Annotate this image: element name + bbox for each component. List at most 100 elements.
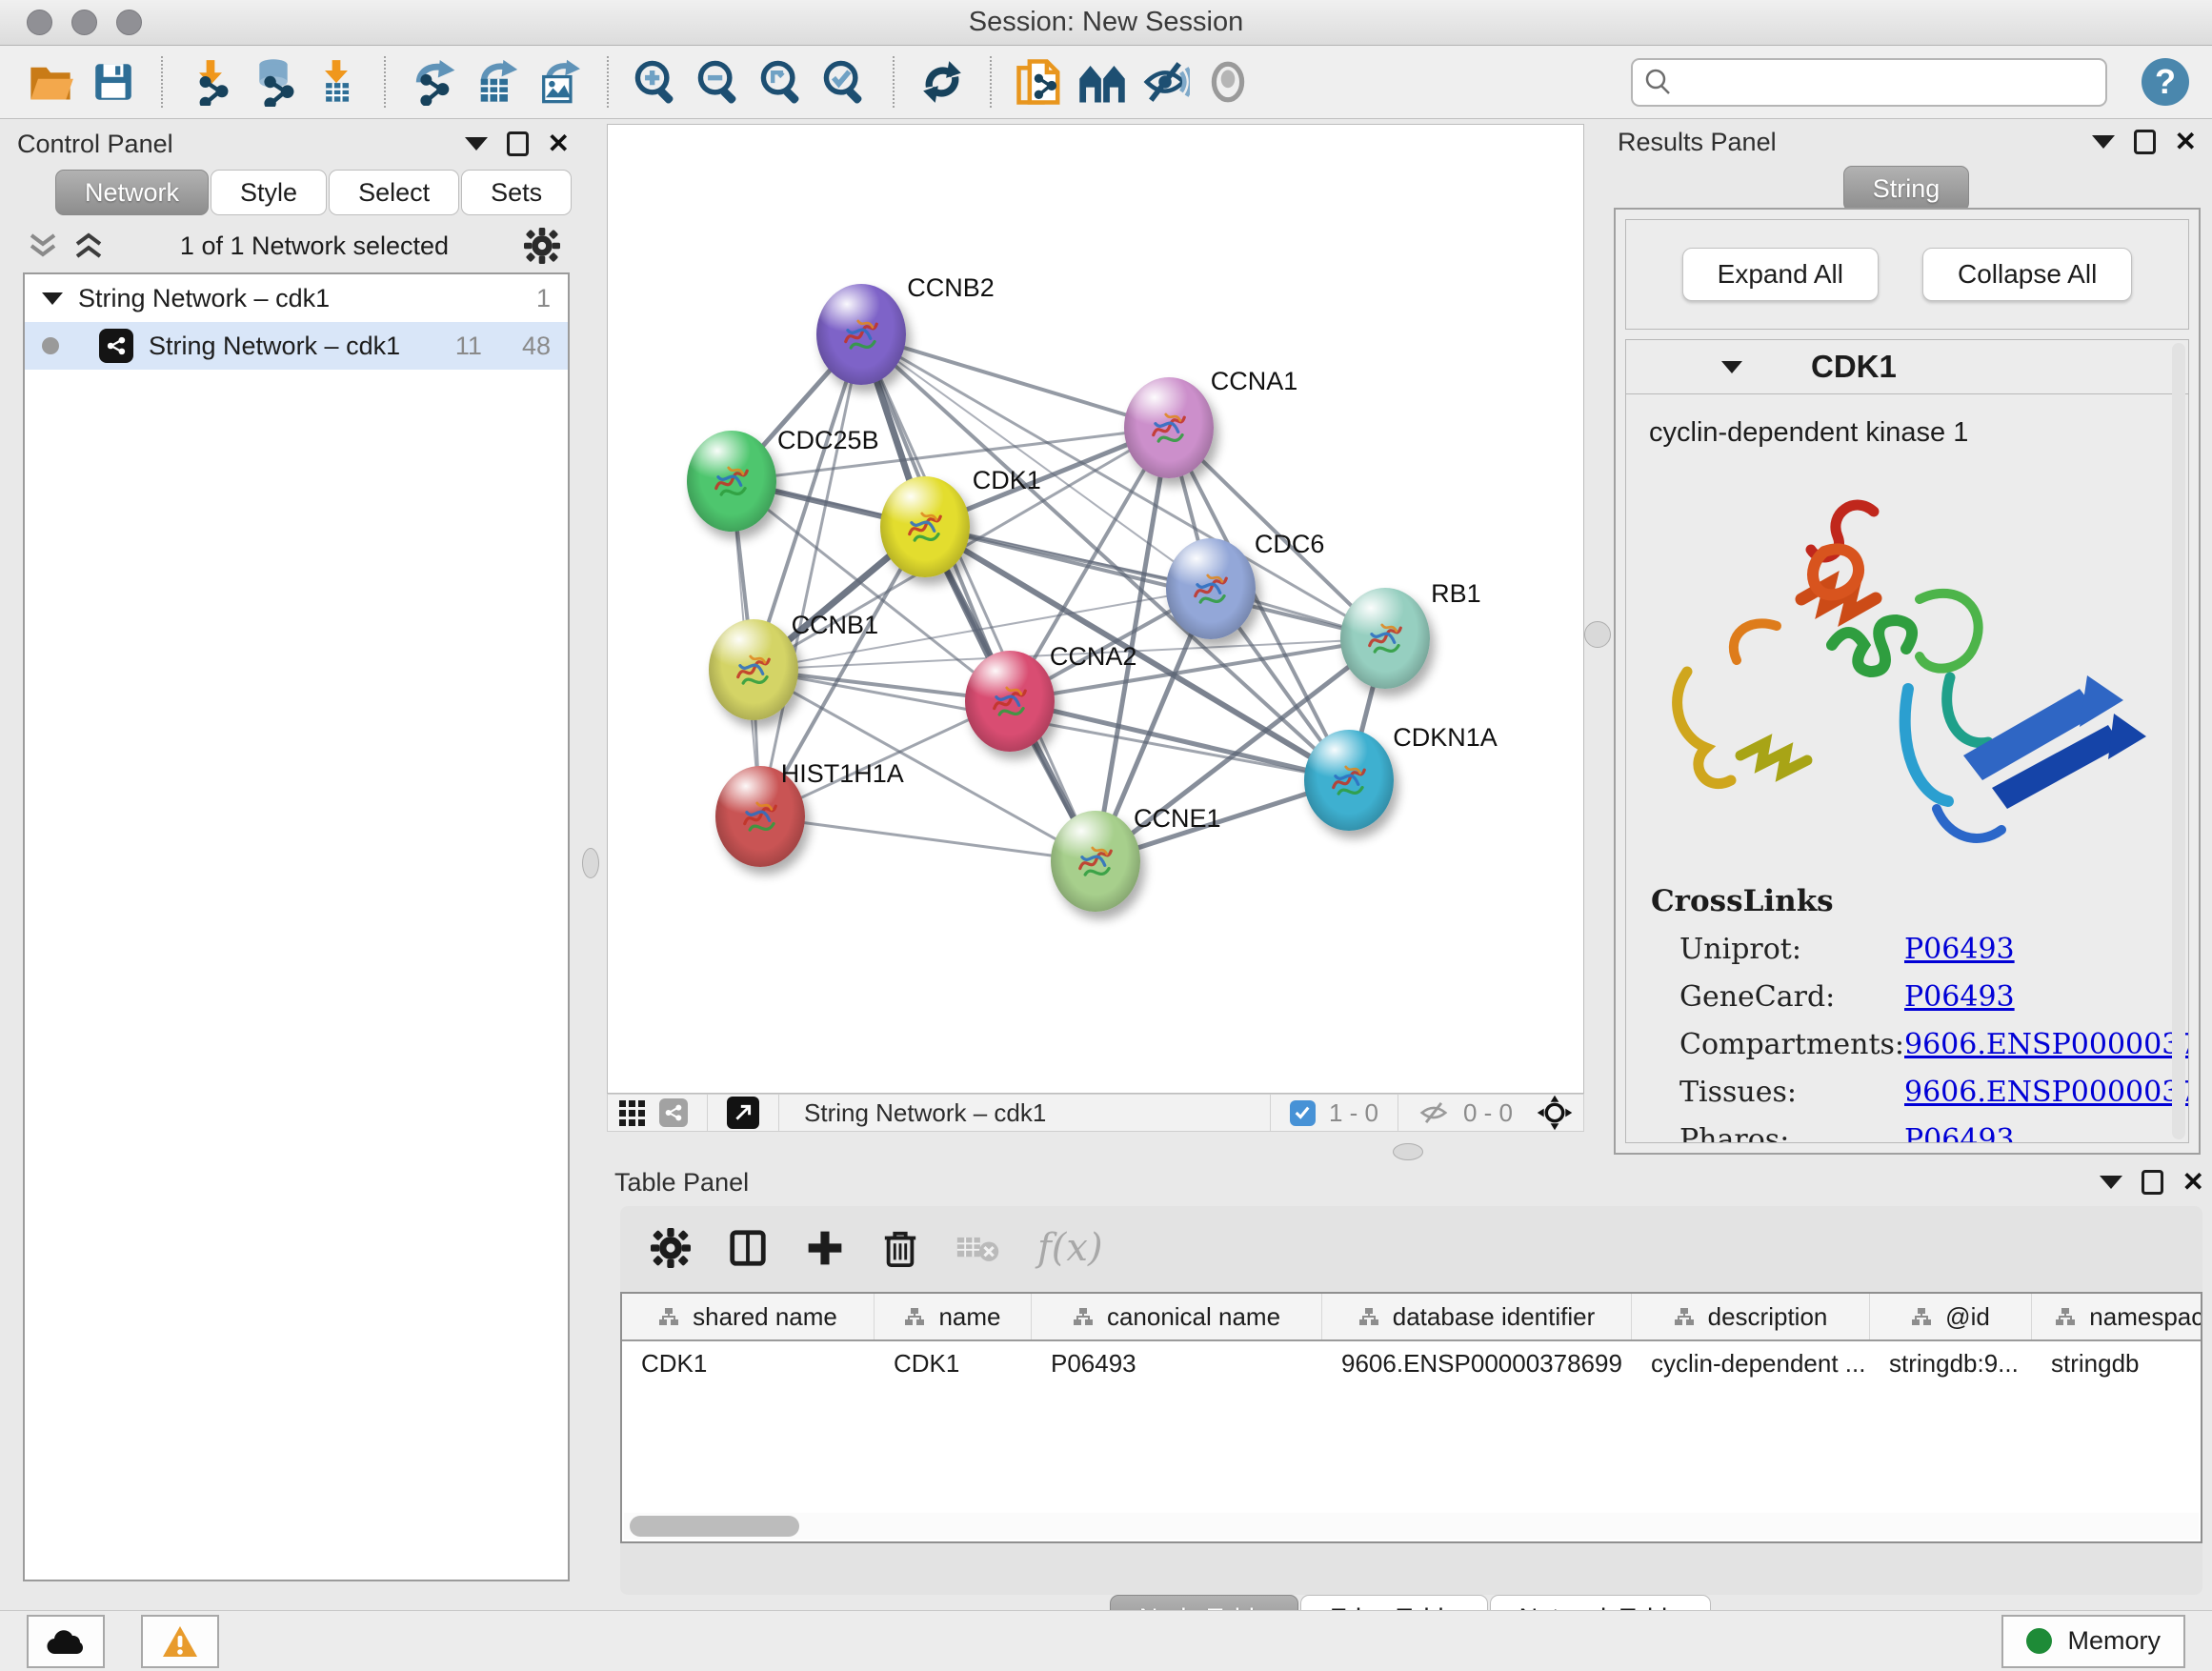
network-node-cdc25b[interactable] bbox=[687, 431, 776, 532]
save-session-button[interactable] bbox=[86, 54, 141, 110]
zoom-selected-button[interactable] bbox=[817, 54, 873, 110]
grid-view-icon[interactable] bbox=[617, 1098, 646, 1127]
column-header-name[interactable]: name bbox=[875, 1294, 1032, 1339]
network-node-rb1[interactable] bbox=[1340, 588, 1430, 689]
delete-column-icon[interactable] bbox=[881, 1227, 919, 1269]
panel-float-icon[interactable] bbox=[2142, 1170, 2163, 1195]
import-table-file-button[interactable] bbox=[309, 54, 364, 110]
panel-collapse-icon[interactable] bbox=[2092, 135, 2115, 149]
detach-view-icon[interactable] bbox=[727, 1097, 759, 1129]
export-image-button[interactable] bbox=[532, 54, 587, 110]
crosslink-link[interactable]: P06493 bbox=[1904, 980, 2015, 1014]
show-graphics-details-button[interactable] bbox=[1075, 54, 1130, 110]
tab-network[interactable]: Network bbox=[55, 170, 209, 215]
table-row[interactable]: CDK1CDK1P064939606.ENSP00000378699cyclin… bbox=[622, 1341, 2201, 1387]
minimize-window-button[interactable] bbox=[71, 10, 97, 35]
table-cell[interactable]: stringdb:9... bbox=[1870, 1341, 2032, 1387]
column-header-id[interactable]: @id bbox=[1870, 1294, 2032, 1339]
zoom-out-button[interactable] bbox=[692, 54, 747, 110]
panel-close-icon[interactable]: ✕ bbox=[2175, 129, 2197, 155]
entry-collapse-icon[interactable] bbox=[1721, 361, 1742, 373]
zoom-fit-button[interactable] bbox=[754, 54, 810, 110]
table-cell[interactable]: P06493 bbox=[1032, 1341, 1322, 1387]
birdseye-crosshair-icon[interactable] bbox=[1536, 1094, 1574, 1132]
network-node-ccna2[interactable] bbox=[965, 651, 1055, 752]
warning-status-button[interactable] bbox=[141, 1615, 219, 1668]
network-node-cdk1[interactable] bbox=[880, 476, 970, 577]
import-network-file-button[interactable] bbox=[183, 54, 238, 110]
gene-entry-header[interactable]: CDK1 bbox=[1626, 340, 2188, 394]
tab-select[interactable]: Select bbox=[329, 170, 459, 215]
close-window-button[interactable] bbox=[27, 10, 52, 35]
memory-button[interactable]: Memory bbox=[2001, 1615, 2185, 1668]
collapse-all-button[interactable]: Collapse All bbox=[1922, 248, 2132, 301]
cloud-status-button[interactable] bbox=[27, 1615, 105, 1668]
expand-all-icon[interactable] bbox=[72, 232, 105, 260]
table-cell[interactable]: stringdb bbox=[2032, 1341, 2202, 1387]
export-network-button[interactable] bbox=[406, 54, 461, 110]
crosslink-link[interactable]: P06493 bbox=[1904, 1123, 2015, 1143]
network-edge[interactable] bbox=[760, 816, 1096, 861]
network-node-ccnb1[interactable] bbox=[709, 619, 798, 720]
table-cell[interactable]: CDK1 bbox=[622, 1341, 875, 1387]
collapse-all-icon[interactable] bbox=[27, 232, 59, 260]
network-node-cdc6[interactable] bbox=[1166, 538, 1256, 639]
gear-icon[interactable] bbox=[524, 228, 560, 264]
import-network-from-database-button[interactable] bbox=[246, 54, 301, 110]
tab-sets[interactable]: Sets bbox=[461, 170, 572, 215]
search-input[interactable] bbox=[1631, 58, 2107, 107]
table-horizontal-scrollbar[interactable] bbox=[624, 1513, 2199, 1540]
network-canvas[interactable]: CCNB2CCNA1CDC25BCDK1CDC6RB1CCNB1CCNA2CDK… bbox=[607, 124, 1584, 1094]
network-edge[interactable] bbox=[861, 334, 1169, 428]
zoom-in-button[interactable] bbox=[629, 54, 684, 110]
panel-collapse-icon[interactable] bbox=[2100, 1176, 2122, 1189]
zoom-window-button[interactable] bbox=[116, 10, 142, 35]
column-header-canonical-name[interactable]: canonical name bbox=[1032, 1294, 1322, 1339]
crosslink-link[interactable]: P06493 bbox=[1904, 933, 2015, 966]
network-node-cdkn1a[interactable] bbox=[1304, 730, 1394, 831]
splitter-handle[interactable] bbox=[1393, 1143, 1423, 1160]
crosslink-link[interactable]: 9606.ENSP00000378699 bbox=[1904, 1076, 2189, 1109]
selected-items-checkbox[interactable] bbox=[1290, 1100, 1316, 1126]
network-badge-icon[interactable] bbox=[659, 1098, 688, 1127]
column-header-description[interactable]: description bbox=[1632, 1294, 1870, 1339]
show-hide-button[interactable] bbox=[1200, 54, 1256, 110]
splitter-handle[interactable] bbox=[1584, 621, 1611, 648]
network-collection-row[interactable]: String Network – cdk1 1 bbox=[25, 274, 568, 322]
results-scrollbar[interactable] bbox=[2172, 343, 2185, 1139]
column-header-shared-name[interactable]: shared name bbox=[622, 1294, 875, 1339]
show-columns-icon[interactable] bbox=[727, 1227, 769, 1269]
column-header-namespace[interactable]: namespace bbox=[2032, 1294, 2202, 1339]
add-column-icon[interactable] bbox=[805, 1228, 845, 1268]
panel-float-icon[interactable] bbox=[507, 131, 529, 156]
export-table-button[interactable] bbox=[469, 54, 524, 110]
scrollbar-thumb[interactable] bbox=[630, 1516, 799, 1537]
column-header-database-identifier[interactable]: database identifier bbox=[1322, 1294, 1632, 1339]
panel-close-icon[interactable]: ✕ bbox=[548, 131, 570, 157]
table-cell[interactable]: 9606.ENSP00000378699 bbox=[1322, 1341, 1632, 1387]
network-row[interactable]: String Network – cdk1 11 48 bbox=[25, 322, 568, 370]
splitter-handle[interactable] bbox=[582, 848, 599, 878]
apply-layout-button[interactable] bbox=[915, 54, 970, 110]
table-cell[interactable]: cyclin-dependent ... bbox=[1632, 1341, 1870, 1387]
toolbar-separator bbox=[990, 56, 992, 108]
network-node-ccne1[interactable] bbox=[1051, 811, 1140, 912]
hidden-items-icon[interactable] bbox=[1418, 1100, 1450, 1125]
tab-string[interactable]: String bbox=[1843, 166, 1970, 211]
network-edge[interactable] bbox=[760, 334, 861, 816]
help-button[interactable]: ? bbox=[2142, 58, 2189, 106]
tree-expand-icon[interactable] bbox=[42, 292, 63, 305]
panel-close-icon[interactable]: ✕ bbox=[2182, 1169, 2204, 1196]
clone-network-button[interactable] bbox=[1012, 54, 1067, 110]
network-node-ccnb2[interactable] bbox=[816, 284, 906, 385]
open-session-button[interactable] bbox=[23, 54, 78, 110]
expand-all-button[interactable]: Expand All bbox=[1682, 248, 1879, 301]
crosslink-link[interactable]: 9606.ENSP00000378699 bbox=[1904, 1028, 2189, 1061]
tab-style[interactable]: Style bbox=[211, 170, 327, 215]
hide-annotations-button[interactable] bbox=[1137, 54, 1193, 110]
table-gear-icon[interactable] bbox=[651, 1228, 691, 1268]
table-cell[interactable]: CDK1 bbox=[875, 1341, 1032, 1387]
network-node-ccna1[interactable] bbox=[1124, 377, 1214, 478]
panel-collapse-icon[interactable] bbox=[465, 137, 488, 151]
panel-float-icon[interactable] bbox=[2134, 130, 2156, 154]
